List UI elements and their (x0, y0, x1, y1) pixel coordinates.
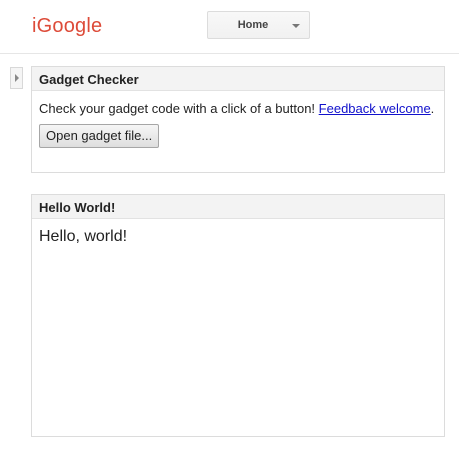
home-tab-dropdown[interactable]: Home (207, 11, 310, 39)
feedback-link[interactable]: Feedback welcome (319, 101, 431, 116)
gadget-title: Hello World! (39, 200, 116, 215)
hello-world-text: Hello, world! (39, 228, 128, 245)
gadget-header[interactable]: Hello World! (32, 195, 444, 219)
gadget-body: Check your gadget code with a click of a… (32, 91, 444, 148)
gadget-title: Gadget Checker (39, 72, 139, 87)
chevron-right-icon (15, 74, 19, 82)
gadget-checker: Gadget Checker Check your gadget code wi… (31, 66, 445, 173)
igoogle-logo[interactable]: iGoogle (32, 15, 102, 38)
gadget-header[interactable]: Gadget Checker (32, 67, 444, 91)
home-tab-label: Home (237, 19, 269, 31)
link-suffix: . (430, 101, 435, 116)
hello-world-gadget: Hello World! Hello, world! (31, 194, 445, 437)
sidebar-expand-toggle[interactable] (10, 67, 23, 89)
gadget-description: Check your gadget code with a click of a… (39, 101, 316, 116)
top-bar: iGoogle Home (0, 0, 459, 54)
open-gadget-file-button[interactable]: Open gadget file... (39, 124, 160, 148)
chevron-down-icon (292, 24, 300, 28)
igoogle-page: iGoogle Home Gadget Checker Check your g… (0, 0, 459, 455)
